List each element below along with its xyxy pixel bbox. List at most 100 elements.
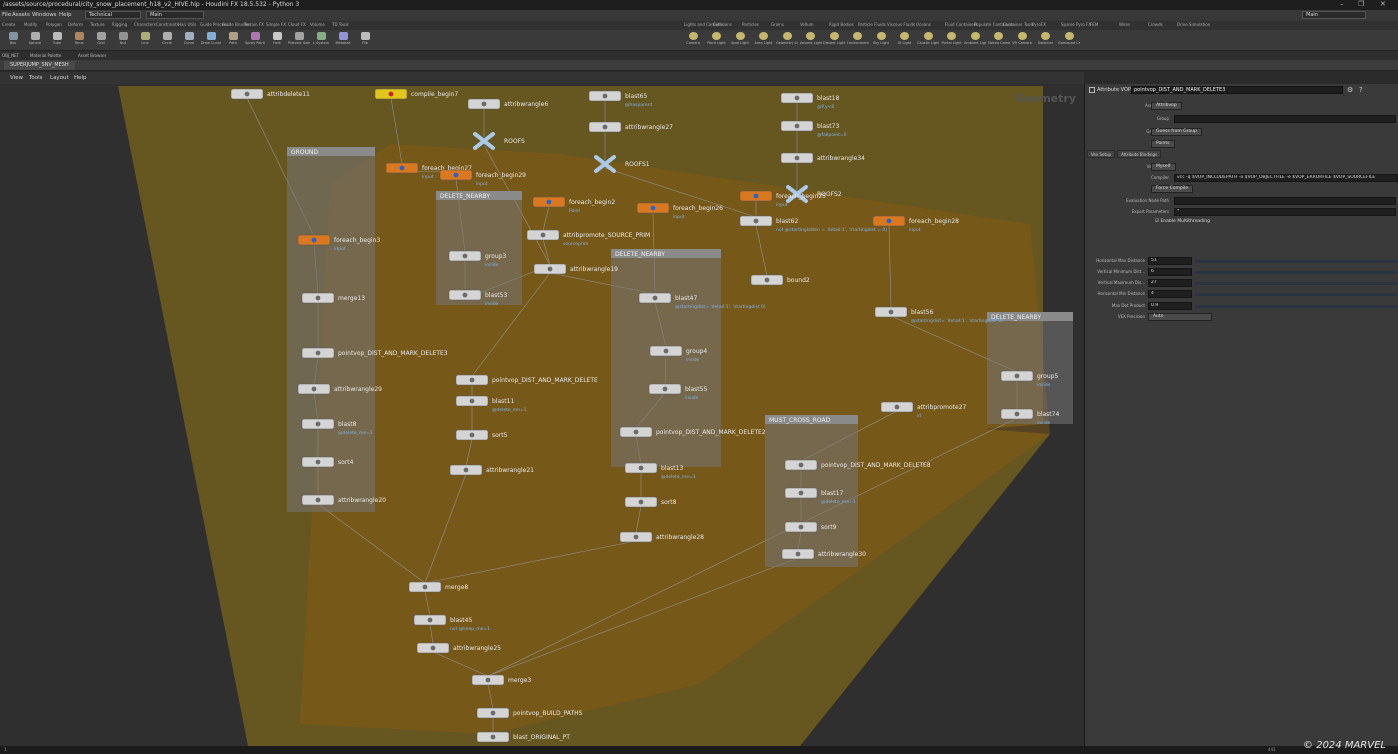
shelf-tool-button[interactable]: Path xyxy=(222,31,244,50)
shelf-tab[interactable]: Cloud FX xyxy=(288,22,306,27)
node-sort9[interactable]: sort9 xyxy=(784,521,837,533)
node-merge13[interactable]: merge13 xyxy=(301,292,365,304)
shelf-tool-button[interactable]: Curve xyxy=(178,31,200,50)
node-attribwrangle34[interactable]: attribwrangle34 xyxy=(780,152,865,164)
shelf-tool-button[interactable]: Sphere xyxy=(24,31,46,50)
shelf-tool-button[interactable]: Metaball xyxy=(332,31,354,50)
minimize-button[interactable]: – xyxy=(1340,0,1344,8)
shelf-tab[interactable]: PyroFX xyxy=(1032,22,1046,27)
node-attribwrangle25[interactable]: attribwrangle25 xyxy=(416,642,501,654)
param-field[interactable] xyxy=(1174,197,1396,205)
shelf-tool-button[interactable]: Box xyxy=(2,31,24,50)
shelf-tool-button[interactable]: Gamepad Camera xyxy=(1058,31,1080,50)
param-button[interactable]: Guess from Group xyxy=(1151,128,1202,136)
shelf-tool-button[interactable]: Point Light xyxy=(706,31,728,50)
shelf-tab[interactable]: Polygon xyxy=(46,22,62,27)
shelf-tool-button[interactable]: Ambient Light xyxy=(964,31,986,50)
help-icon[interactable]: ? xyxy=(1359,86,1363,94)
multithreading-checkbox[interactable]: ☑ Enable Multithreading xyxy=(1151,219,1214,227)
node-attribwrangle28[interactable]: attribwrangle28 xyxy=(619,531,704,543)
net-menu-tools[interactable]: Tools xyxy=(29,75,43,81)
param-field[interactable]: * xyxy=(1174,208,1396,216)
shelf-tab[interactable]: Oceans xyxy=(916,22,931,27)
param-slider[interactable] xyxy=(1195,282,1397,285)
shelf-tab[interactable]: Fluid Containers xyxy=(945,22,978,27)
shelf-tool-button[interactable]: VR Camera xyxy=(1011,31,1033,50)
node-compile-begin7[interactable]: compile_begin7 xyxy=(374,88,458,100)
shelf-tool-button[interactable]: Camera xyxy=(682,31,704,50)
param-button[interactable]: Points xyxy=(1151,140,1175,148)
shelf-tool-button[interactable]: Spray Paint xyxy=(244,31,266,50)
shelf-tool-button[interactable]: Tube xyxy=(46,31,68,50)
network-tab[interactable]: SUPERJUMP_SNV_MESH xyxy=(4,61,75,70)
node-pointvop-dist-and-mark-delete[interactable]: pointvop_DIST_AND_MARK_DELETE xyxy=(455,374,598,386)
node-attribwrangle20[interactable]: attribwrangle20 xyxy=(301,494,386,506)
shelf-tab[interactable]: Modify xyxy=(24,22,37,27)
menu-assets[interactable]: Assets xyxy=(12,12,30,18)
param-button[interactable]: Attribvop xyxy=(1151,102,1182,110)
obj-net-tab[interactable]: OBJ_NET xyxy=(2,53,19,58)
maximize-button[interactable]: ❐ xyxy=(1358,0,1364,8)
net-menu-layout[interactable]: Layout xyxy=(50,75,69,81)
network-canvas[interactable]: GROUND DELETE_NEARBY DELETE_NEARBY MUST_… xyxy=(0,84,1084,746)
shelf-tool-button[interactable]: Area Light xyxy=(753,31,775,50)
shelf-tab[interactable]: Crowds xyxy=(1148,22,1163,27)
right-main-dropdown[interactable]: Main xyxy=(1302,11,1366,19)
param-slider[interactable] xyxy=(1195,271,1397,274)
param-tab[interactable]: Vex Setup xyxy=(1087,150,1116,158)
shelf-tool-button[interactable]: Environment Light xyxy=(847,31,869,50)
close-button[interactable]: ✕ xyxy=(1380,0,1386,8)
param-value-field[interactable]: 27 xyxy=(1148,279,1192,287)
node-merge3[interactable]: merge3 xyxy=(471,674,531,686)
node-pointvop-dist-and-mark-delete8[interactable]: pointvop_DIST_AND_MARK_DELETE8 xyxy=(784,459,931,471)
shelf-tool-button[interactable]: GI Light xyxy=(894,31,916,50)
shelf-tool-button[interactable]: Null xyxy=(112,31,134,50)
param-field[interactable]: vcc -q $VOP_INCLUDEPATH -o $VOP_OBJECTFI… xyxy=(1174,174,1398,182)
node-pointvop-dist-and-mark-delete2[interactable]: pointvop_DIST_AND_MARK_DELETE2 xyxy=(619,426,766,438)
node-attribwrangle29[interactable]: attribwrangle29 xyxy=(297,383,382,395)
node-bound2[interactable]: bound2 xyxy=(750,274,810,286)
shelf-tool-button[interactable]: Caustic Light xyxy=(917,31,939,50)
network-box-delete-nearby-c[interactable]: DELETE_NEARBY xyxy=(987,312,1073,424)
param-field[interactable] xyxy=(1174,115,1396,123)
shelf-tool-button[interactable]: Font xyxy=(266,31,288,50)
param-value-field[interactable]: 51 xyxy=(1148,257,1192,265)
shelf-tool-button[interactable]: Distant Light xyxy=(823,31,845,50)
main-dropdown[interactable]: Main xyxy=(146,11,204,19)
menu-windows[interactable]: Windows xyxy=(32,12,57,18)
param-node-name-field[interactable]: pointvop_DIST_AND_MARK_DELETE3 xyxy=(1131,86,1343,94)
node-blast-original-pt[interactable]: blast_ORIGINAL_PT xyxy=(476,731,570,743)
network-editor[interactable]: GROUND DELETE_NEARBY DELETE_NEARBY MUST_… xyxy=(0,84,1084,746)
shelf-tab[interactable]: TD Tools xyxy=(332,22,349,27)
shelf-tool-button[interactable]: Geometry Light xyxy=(776,31,798,50)
shelf-tool-button[interactable]: Portal Light xyxy=(941,31,963,50)
shelf-tab[interactable]: Viscous Fluids xyxy=(887,22,915,27)
param-value-field[interactable]: 6 xyxy=(1148,268,1192,276)
param-tab[interactable]: Attribute Bindings xyxy=(1117,150,1162,158)
shelf-tab[interactable]: Grains xyxy=(771,22,784,27)
node-attribwrangle6[interactable]: attribwrangle6 xyxy=(467,98,548,110)
network-box-delete-nearby-a[interactable]: DELETE_NEARBY xyxy=(436,191,522,305)
param-button[interactable]: Force Compile xyxy=(1151,185,1194,193)
shelf-tool-button[interactable]: L-System xyxy=(310,31,332,50)
shelf-tab[interactable]: Particles xyxy=(742,22,759,27)
param-value-field[interactable]: 4 xyxy=(1148,290,1192,298)
shelf-tool-button[interactable]: Line xyxy=(134,31,156,50)
gear-icon[interactable]: ⚙ xyxy=(1347,86,1353,94)
shelf-tool-button[interactable]: Grid xyxy=(90,31,112,50)
param-value-field[interactable]: 0.9 xyxy=(1148,302,1192,310)
shelf-tab[interactable]: Characters xyxy=(134,22,156,27)
shelf-tab[interactable]: Rigging xyxy=(112,22,127,27)
shelf-tab[interactable]: Texture xyxy=(90,22,105,27)
shelf-tab[interactable]: Drive Simulation xyxy=(1177,22,1210,27)
shelf-tab[interactable]: Wires xyxy=(1119,22,1130,27)
shelf-tool-button[interactable]: Spot Light xyxy=(729,31,751,50)
node-attribwrangle19[interactable]: attribwrangle19 xyxy=(533,263,618,275)
node-pointvop-build-paths[interactable]: pointvop_BUILD_PATHS xyxy=(476,707,583,719)
shelf-tool-button[interactable]: File xyxy=(354,31,376,50)
shelf-tab[interactable]: Vellum xyxy=(800,22,814,27)
node-attribwrangle27[interactable]: attribwrangle27 xyxy=(588,121,673,133)
menu-file[interactable]: File xyxy=(2,12,11,18)
param-slider[interactable] xyxy=(1195,305,1397,308)
shelf-tab[interactable]: Collisions xyxy=(713,22,732,27)
